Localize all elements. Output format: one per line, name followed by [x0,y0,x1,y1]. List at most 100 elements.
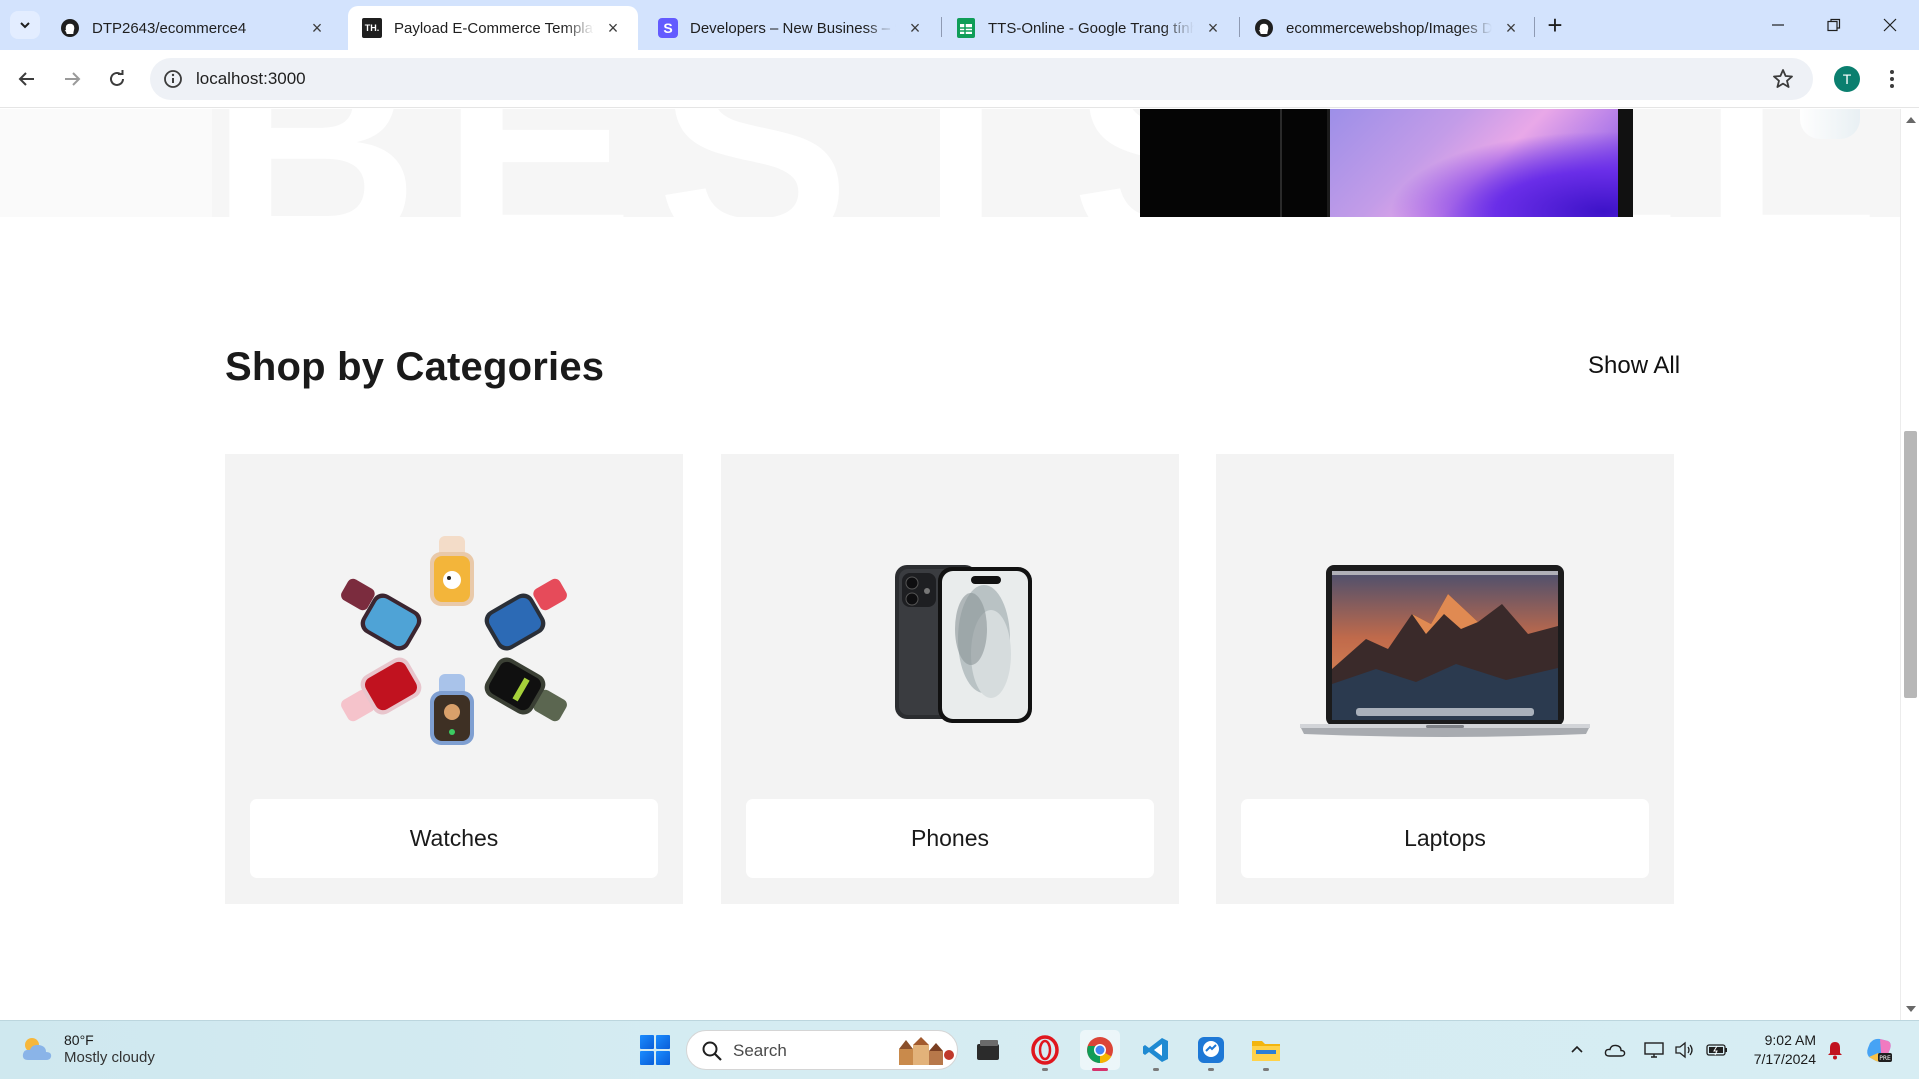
close-tab-icon[interactable]: × [306,17,328,39]
volume-tray-icon[interactable] [1672,1035,1696,1065]
scrollbar-thumb[interactable] [1904,431,1917,698]
show-all-link[interactable]: Show All [1588,352,1680,380]
folder-icon [1252,1041,1280,1061]
hero-product-image [1140,109,1633,217]
url-text[interactable]: localhost:3000 [196,69,306,89]
search-highlight-illustration [899,1037,954,1065]
arrow-left-icon [18,72,34,86]
th-logo-icon: TH. [362,18,382,38]
category-label[interactable]: Watches [250,799,658,878]
restore-button[interactable] [1806,0,1862,50]
terminal-app-icon [977,1040,999,1060]
minimize-icon [1772,24,1784,26]
windows-start-button[interactable] [640,1035,670,1065]
address-bar[interactable]: localhost:3000 [150,58,1813,100]
category-label[interactable]: Phones [746,799,1154,878]
notification-bell[interactable] [1824,1035,1846,1065]
battery-charging-icon [1706,1044,1727,1056]
phone-image [721,454,1179,784]
taskbar-app-vscode[interactable] [1136,1030,1176,1071]
tab-title: TTS-Online - Google Trang tính [988,19,1194,37]
close-tab-icon[interactable]: × [1202,17,1224,39]
forward-button[interactable] [55,62,89,96]
category-label[interactable]: Laptops [1241,799,1649,878]
show-hidden-icons-button[interactable] [1565,1035,1589,1065]
monitor-icon [1644,1042,1664,1058]
tab-separator [1534,17,1535,37]
github-icon [60,18,80,38]
tab-search-button[interactable] [10,11,40,39]
reload-icon [110,70,124,86]
tab-title: Developers – New Business – St [690,19,896,37]
close-tab-icon[interactable]: × [1500,17,1522,39]
minimize-button[interactable] [1750,0,1806,50]
taskbar-app-file-explorer[interactable] [1246,1030,1286,1071]
copilot-button[interactable]: PRE [1862,1035,1896,1065]
network-tray-icon[interactable] [1642,1035,1666,1065]
browser-tab-3[interactable]: S Developers – New Business – St × [644,6,940,50]
section-title: Shop by Categories [225,345,605,389]
hero-background-word: BESTSELLE [210,109,1900,217]
page-scrollbar[interactable] [1900,109,1919,1020]
taskbar-app-opera[interactable] [1025,1030,1065,1071]
back-button[interactable] [10,62,44,96]
laptop-image [1216,454,1674,784]
chevron-up-icon [1571,1045,1583,1053]
category-card-laptops[interactable]: Laptops [1216,454,1674,904]
taskbar-app-messenger[interactable] [1191,1030,1231,1071]
opera-browser-icon [1031,1035,1059,1065]
stripe-icon: S [658,18,678,38]
browser-tab-5[interactable]: ecommercewebshop/Images D × [1240,6,1536,50]
speaker-icon [1675,1041,1693,1059]
taskbar-app-terminal[interactable] [968,1030,1008,1070]
page-viewport: BESTSELLE Shop by Categories Show All [0,109,1900,1020]
copilot-icon: PRE [1867,1038,1892,1062]
messenger-app-icon [1198,1037,1224,1063]
browser-toolbar: localhost:3000 T [0,50,1919,108]
svg-text:PRE: PRE [1879,1055,1891,1062]
restore-icon [1827,18,1841,32]
chrome-browser-icon [1087,1037,1113,1064]
hero-decoration [1800,109,1860,139]
close-tab-icon[interactable]: × [602,17,624,39]
cloud-icon [1604,1044,1626,1057]
scroll-down-arrow-icon[interactable] [1906,1006,1916,1012]
taskbar-search-box[interactable]: Search [686,1030,958,1070]
site-info-icon[interactable] [162,68,184,90]
tab-title: DTP2643/ecommerce4 [92,19,247,37]
browser-menu-button[interactable] [1882,64,1902,94]
browser-tab-4[interactable]: TTS-Online - Google Trang tính × [942,6,1238,50]
cloudy-weather-icon [22,1038,52,1060]
github-icon [1254,18,1274,38]
weather-widget[interactable]: 80°F Mostly cloudy [20,1031,155,1067]
browser-tab-strip: DTP2643/ecommerce4 × TH. Payload E-Comme… [0,0,1919,50]
google-sheets-icon [956,18,976,38]
profile-avatar[interactable]: T [1834,66,1860,92]
hero-left-panel [0,109,212,217]
battery-tray-icon[interactable] [1704,1035,1730,1065]
clock-time: 9:02 AM [1764,1032,1816,1048]
watches-image [225,454,683,784]
bookmark-star-icon[interactable] [1771,67,1795,91]
category-card-phones[interactable]: Phones [721,454,1179,904]
browser-tab-2[interactable]: TH. Payload E-Commerce Template × [348,6,638,50]
weather-description: Mostly cloudy [64,1049,155,1066]
search-icon [702,1041,722,1061]
close-icon [1883,18,1897,32]
taskbar-clock[interactable]: 9:02 AM 7/17/2024 [1740,1031,1816,1069]
arrow-right-icon [65,72,81,86]
onedrive-tray-icon[interactable] [1602,1035,1628,1065]
tab-title: Payload E-Commerce Template [394,19,594,37]
close-tab-icon[interactable]: × [904,17,926,39]
taskbar-app-chrome[interactable] [1080,1030,1120,1071]
vscode-icon [1143,1038,1168,1062]
reload-button[interactable] [100,62,134,96]
new-tab-button[interactable]: + [1540,10,1570,40]
close-window-button[interactable] [1862,0,1918,50]
category-card-watches[interactable]: Watches [225,454,683,904]
windows-taskbar: 80°F Mostly cloudy Search 9:02 AM 7/17/2… [0,1020,1919,1079]
hero-banner: BESTSELLE [0,109,1900,217]
scroll-up-arrow-icon[interactable] [1906,117,1916,123]
browser-tab-1[interactable]: DTP2643/ecommerce4 × [46,6,342,50]
bell-icon [1828,1042,1842,1060]
